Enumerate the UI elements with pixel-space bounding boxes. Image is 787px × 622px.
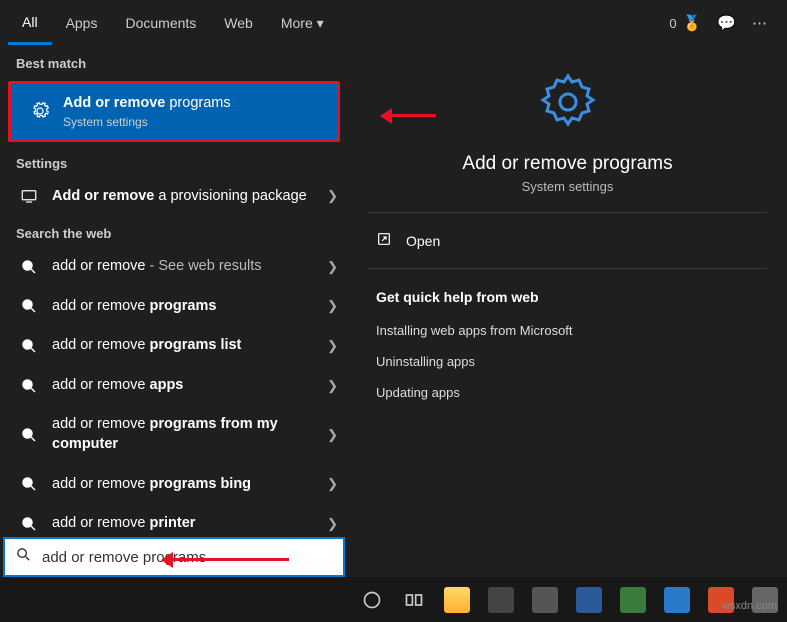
result-title: Add or remove programs [63,94,325,114]
help-link[interactable]: Uninstalling apps [368,346,767,377]
chevron-right-icon: ❯ [327,188,338,204]
chevron-right-icon: ❯ [327,427,338,443]
chevron-right-icon: ❯ [327,476,338,492]
rewards-counter[interactable]: 0 🏅 [669,14,701,32]
annotation-arrow [153,552,293,568]
result-title: add or remove apps [52,376,336,396]
result-title: add or remove programs bing [52,475,336,495]
section-settings: Settings [0,146,348,177]
search-icon [12,258,46,276]
gear-icon [23,102,57,120]
chevron-right-icon: ❯ [327,378,338,394]
detail-subtitle: System settings [368,179,767,194]
taskbar-app[interactable] [576,587,602,613]
search-icon [12,377,46,395]
search-bar[interactable] [3,537,345,577]
cortana-icon[interactable] [360,588,384,612]
open-icon [376,231,392,250]
chevron-right-icon: ❯ [327,516,338,532]
annotation-arrow [372,108,436,124]
task-view-icon[interactable] [402,588,426,612]
settings-icon [12,187,46,205]
help-link[interactable]: Installing web apps from Microsoft [368,315,767,346]
file-explorer-icon[interactable] [444,587,470,613]
section-best-match: Best match [0,46,348,77]
help-heading: Get quick help from web [368,269,767,315]
result-title: add or remove programs [52,297,336,317]
tab-apps[interactable]: Apps [52,3,112,43]
web-result[interactable]: add or remove programs bing ❯ [0,465,348,505]
tab-more[interactable]: More ▾ [267,3,338,44]
result-title: Add or remove a provisioning package [52,187,336,207]
search-icon [12,297,46,315]
gear-icon-large [368,70,767,139]
results-panel: Best match Add or remove programs System… [0,46,348,577]
web-result[interactable]: add or remove programs from my computer … [0,405,348,464]
taskbar-app[interactable] [488,587,514,613]
result-provisioning-package[interactable]: Add or remove a provisioning package ❯ [0,177,348,217]
result-title: add or remove programs from my computer [52,415,336,454]
result-subtitle: System settings [63,115,325,129]
watermark: wsxdn.com [722,600,777,612]
chevron-right-icon: ❯ [327,298,338,314]
medal-icon: 🏅 [683,14,702,32]
open-action[interactable]: Open [368,213,767,269]
chevron-right-icon: ❯ [327,338,338,354]
web-result[interactable]: add or remove apps ❯ [0,366,348,406]
search-icon [12,426,46,444]
tab-web[interactable]: Web [210,3,267,43]
taskbar-app[interactable] [532,587,558,613]
chevron-right-icon: ❯ [327,259,338,275]
result-title: add or remove - See web results [52,257,336,277]
search-icon [12,515,46,533]
help-link[interactable]: Updating apps [368,377,767,408]
result-title: add or remove printer [52,514,336,534]
search-icon [15,546,32,568]
best-match-highlight: Add or remove programs System settings [8,81,340,142]
web-result[interactable]: add or remove programs ❯ [0,287,348,327]
search-icon [12,475,46,493]
feedback-icon[interactable]: 💬 [717,14,736,32]
tab-documents[interactable]: Documents [111,3,210,43]
tab-all[interactable]: All [8,2,52,45]
detail-title: Add or remove programs [368,153,767,175]
detail-panel: Add or remove programs System settings O… [348,46,787,577]
result-title: add or remove programs list [52,336,336,356]
taskbar-app[interactable] [664,587,690,613]
taskbar [0,577,787,622]
web-result[interactable]: add or remove - See web results ❯ [0,247,348,287]
result-add-remove-programs[interactable]: Add or remove programs System settings [11,84,337,139]
web-result[interactable]: add or remove programs list ❯ [0,326,348,366]
section-search-web: Search the web [0,216,348,247]
taskbar-app[interactable] [620,587,646,613]
more-options-icon[interactable]: ⋯ [752,14,767,32]
search-icon [12,337,46,355]
